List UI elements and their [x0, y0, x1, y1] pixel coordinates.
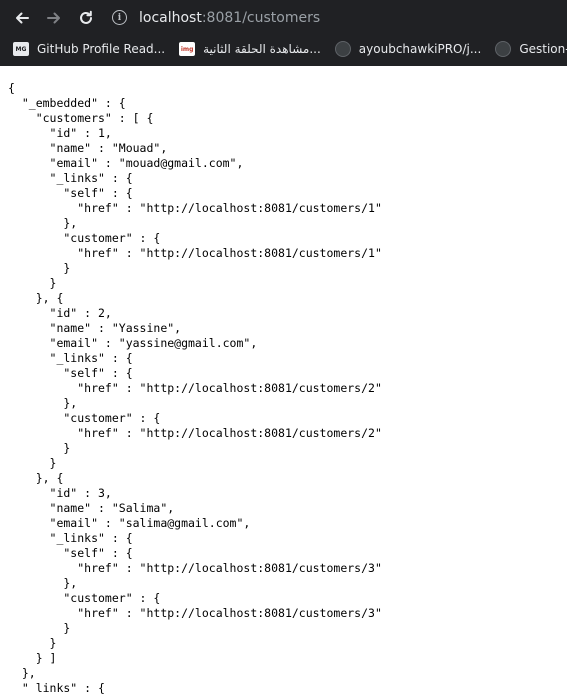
bookmark-arabic-episode[interactable]: img مشاهدة الحلقة الثانية... [179, 42, 321, 56]
json-line: "_links" : { [8, 171, 133, 185]
browser-toolbar: i localhost:8081/customers [0, 0, 567, 35]
json-line: "email" : "salima@gmail.com", [8, 516, 251, 530]
json-line: }, [8, 396, 78, 410]
json-line: }, { [8, 471, 64, 485]
json-line: "customer" : { [8, 411, 161, 425]
url-path: :8081/customers [201, 9, 321, 26]
json-line: } ] [8, 651, 57, 665]
json-line: "href" : "http://localhost:8081/customer… [8, 426, 382, 440]
json-line: "name" : "Salima", [8, 501, 175, 515]
json-line: }, [8, 576, 78, 590]
json-line: "customer" : { [8, 231, 161, 245]
json-line: "email" : "mouad@gmail.com", [8, 156, 244, 170]
image-favicon-icon: img [179, 42, 196, 56]
bookmarks-bar: MG GitHub Profile Read... img مشاهدة الح… [0, 36, 567, 62]
mg-favicon-icon: MG [13, 42, 29, 56]
json-line: } [8, 456, 57, 470]
back-arrow-icon[interactable] [10, 6, 34, 30]
json-line: "href" : "http://localhost:8081/customer… [8, 246, 382, 260]
json-line: } [8, 621, 71, 635]
bookmark-github-profile-readme[interactable]: MG GitHub Profile Read... [13, 42, 165, 56]
json-line: "self" : { [8, 546, 133, 560]
json-line: "id" : 2, [8, 306, 112, 320]
json-line: "_links" : { [8, 531, 133, 545]
bookmark-label: ayoubchawkiPRO/j... [358, 42, 482, 56]
json-line: } [8, 261, 71, 275]
json-line: "self" : { [8, 186, 133, 200]
github-favicon-icon [495, 41, 512, 57]
bookmark-label: Gestion-de-sc [519, 42, 567, 56]
json-line: "customers" : [ { [8, 111, 154, 125]
json-line: { [8, 81, 15, 95]
json-line: "id" : 1, [8, 126, 112, 140]
reload-icon[interactable] [74, 6, 98, 30]
bookmark-ayoubchawkipro[interactable]: ayoubchawkiPRO/j... [334, 41, 482, 57]
json-line: "href" : "http://localhost:8081/customer… [8, 606, 382, 620]
json-line: "_links" : { [8, 351, 133, 365]
bookmark-gestion-de-sc[interactable]: Gestion-de-sc [495, 41, 567, 57]
json-line: } [8, 441, 71, 455]
json-line: } [8, 636, 57, 650]
json-line: }, [8, 666, 36, 680]
github-favicon-icon [334, 41, 351, 57]
json-line: } [8, 276, 57, 290]
site-info-icon[interactable]: i [112, 10, 127, 25]
json-line: "_embedded" : { [8, 96, 126, 110]
bookmark-label: مشاهدة الحلقة الثانية... [203, 42, 321, 56]
url-host: localhost [139, 9, 202, 26]
json-line: "name" : "Yassine", [8, 321, 182, 335]
json-line: "_links" : { [8, 681, 105, 694]
json-line: }, [8, 216, 78, 230]
json-line: "name" : "Mouad", [8, 141, 168, 155]
address-bar[interactable]: i localhost:8081/customers [112, 4, 552, 32]
json-response-view: { "_embedded" : { "customers" : [ { "id"… [0, 66, 567, 694]
page-content: { "_embedded" : { "customers" : [ { "id"… [0, 66, 567, 694]
json-line: "href" : "http://localhost:8081/customer… [8, 561, 382, 575]
forward-arrow-icon[interactable] [42, 6, 66, 30]
browser-chrome: i localhost:8081/customers MG GitHub Pro… [0, 0, 567, 66]
bookmark-label: GitHub Profile Read... [37, 42, 166, 56]
json-line: "customer" : { [8, 591, 161, 605]
json-line: "href" : "http://localhost:8081/customer… [8, 381, 382, 395]
json-line: "href" : "http://localhost:8081/customer… [8, 201, 382, 215]
json-line: "id" : 3, [8, 486, 112, 500]
json-line: "email" : "yassine@gmail.com", [8, 336, 258, 350]
json-line: "self" : { [8, 366, 133, 380]
json-line: }, { [8, 291, 64, 305]
